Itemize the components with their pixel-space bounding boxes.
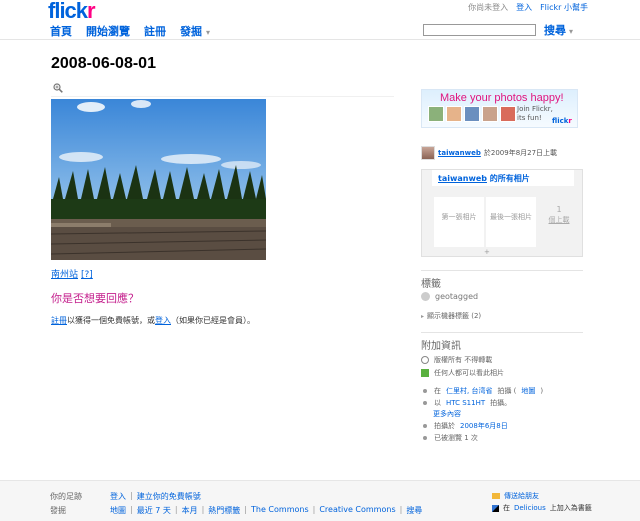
search-button[interactable]: 搜尋 ▾ — [544, 22, 573, 38]
chevron-down-icon: ▾ — [569, 27, 574, 36]
tag-icon — [421, 292, 430, 301]
promo-thumb — [500, 106, 516, 122]
more-info-row: 更多內容 — [433, 409, 461, 419]
reply-heading: 你是否想要回應？ — [51, 293, 139, 305]
location-row: 在 仁里村, 台湾省 拍攝 (地圖) — [421, 386, 543, 396]
footer-commons-link[interactable]: The Commons — [251, 505, 309, 516]
mail-icon — [492, 493, 500, 499]
triangle-right-icon: ▸ — [421, 313, 425, 320]
chevron-down-icon: ▾ — [206, 28, 211, 37]
footer-tags-link[interactable]: 熱門標籤 — [208, 505, 240, 516]
share-link[interactable]: 傳送給朋友 — [504, 491, 539, 501]
footer-cc-link[interactable]: Creative Commons — [319, 505, 395, 516]
zoom-icon[interactable] — [53, 83, 63, 93]
delicious-link[interactable]: Delicious — [514, 504, 546, 512]
date-link[interactable]: 2008年6月8日 — [460, 421, 508, 431]
copyright-icon — [421, 356, 429, 364]
reply-prompt: 註冊以獲得一個免費帳號，或登入（如果你已經是會員）。 — [51, 316, 255, 325]
footer-map-link[interactable]: 地圖 — [110, 505, 126, 516]
promo-thumb — [428, 106, 444, 122]
join-flickr-banner[interactable]: Make your photos happy! Join Flickr, its … — [421, 89, 578, 128]
footer-explore: 發掘 地圖 | 最近 7 天 | 本月 | 熱門標籤 | The Commons | Cr… — [50, 505, 423, 516]
delicious-row: 在 Delicious 上加入為書籤 — [492, 503, 592, 513]
info-section: 附加資訊 — [421, 332, 583, 352]
privacy-row: 任何人都可以看此相片 — [421, 368, 504, 378]
bullet-icon — [423, 389, 427, 393]
set-link[interactable]: 南州站 — [51, 270, 78, 280]
last-photo-button[interactable]: 最後一張相片 — [486, 197, 536, 247]
date-row: 拍攝於 2008年6月8日 — [421, 421, 508, 431]
search-input[interactable] — [423, 24, 536, 36]
tags-section: 標籤 — [421, 270, 583, 290]
expand-icon[interactable]: + — [484, 248, 490, 256]
photo-toolbar-divider — [51, 96, 394, 97]
site-header: flickrTM 首頁 開始瀏覽 註冊 發掘▾ 你尚未登入 登入 Flickr … — [0, 0, 640, 40]
promo-thumbnails — [428, 106, 516, 122]
public-icon — [421, 369, 429, 377]
share-row: 傳送給朋友 — [492, 491, 539, 501]
help-link[interactable]: [?] — [81, 270, 93, 280]
photo-caption: 南州站 [?] — [51, 267, 93, 280]
footer-month-link[interactable]: 本月 — [182, 505, 198, 516]
delicious-icon — [492, 504, 499, 512]
tag-link[interactable]: geotagged — [435, 292, 478, 301]
user-status-bar: 你尚未登入 登入 Flickr 小幫手 — [468, 2, 588, 13]
photostream-title[interactable]: taiwanweb 的所有相片 — [432, 170, 574, 186]
promo-subtext: Join Flickr, its fun! — [517, 105, 553, 122]
photo-title: 2008-06-08-01 — [51, 55, 156, 72]
tag-item: geotagged — [421, 292, 478, 301]
location-link[interactable]: 仁里村, 台湾省 — [446, 386, 492, 396]
reply-login-link[interactable]: 登入 — [155, 316, 171, 325]
machine-tags-toggle[interactable]: ▸ 顯示機器標籤 (2) — [421, 311, 481, 321]
bullet-icon — [423, 436, 427, 440]
signup-link[interactable]: 註冊 — [51, 316, 67, 325]
nav-home[interactable]: 首頁 — [50, 23, 72, 39]
nav-discover[interactable]: 發掘 ▾ — [180, 23, 210, 39]
helper-link[interactable]: Flickr 小幫手 — [540, 2, 588, 13]
promo-headline: Make your photos happy! — [440, 92, 564, 104]
info-heading: 附加資訊 — [421, 332, 583, 352]
camera-row: 以 HTC S11HT 拍攝。 — [421, 398, 511, 408]
nav-explore[interactable]: 開始瀏覽 — [86, 23, 130, 39]
login-link[interactable]: 登入 — [516, 2, 532, 13]
first-photo-button[interactable]: 第一張相片 — [434, 197, 484, 247]
main-nav: 首頁 開始瀏覽 註冊 發掘 ▾ — [50, 23, 210, 39]
flickr-logo[interactable]: flickrTM — [48, 0, 100, 24]
promo-thumb — [482, 106, 498, 122]
avatar[interactable] — [421, 146, 435, 160]
license-row: 版權所有 不得轉載 — [421, 355, 492, 365]
views-row: 已被瀏覽 1 次 — [421, 433, 478, 443]
bullet-icon — [423, 424, 427, 428]
footer-recent-link[interactable]: 最近 7 天 — [137, 505, 171, 516]
footer-search-link[interactable]: 搜尋 — [406, 505, 422, 516]
upload-count: 1 個上載 — [548, 205, 570, 224]
owner-link[interactable]: taiwanweb — [438, 149, 481, 157]
nav-signup[interactable]: 註冊 — [144, 23, 166, 39]
promo-thumb — [446, 106, 462, 122]
upload-date: 於2009年8月27日上載 — [483, 149, 558, 157]
palm-trees-photo — [51, 99, 266, 260]
bullet-icon — [423, 401, 427, 405]
photostream-nav: 第一張相片 最後一張相片 1 個上載 — [434, 197, 580, 247]
login-status-text: 你尚未登入 — [468, 3, 509, 12]
tags-heading: 標籤 — [421, 270, 583, 290]
main-photo[interactable] — [51, 99, 266, 260]
footer-signup-link[interactable]: 建立你的免費帳號 — [137, 491, 201, 502]
footer-footprint: 你的足跡 登入 | 建立你的免費帳號 — [50, 491, 201, 502]
promo-thumb — [464, 106, 480, 122]
site-footer: 你的足跡 登入 | 建立你的免費帳號 發掘 地圖 | 最近 7 天 | 本月 | 熱門… — [0, 480, 640, 521]
map-link[interactable]: 地圖 — [521, 386, 535, 396]
camera-link[interactable]: HTC S11HT — [446, 399, 485, 407]
photo-owner: taiwanweb 於2009年8月27日上載 — [421, 146, 557, 160]
more-info-link[interactable]: 更多內容 — [433, 409, 461, 419]
promo-logo: flickr — [552, 117, 572, 125]
photostream-box: taiwanweb 的所有相片 第一張相片 最後一張相片 1 個上載 + — [421, 169, 583, 257]
footer-login-link[interactable]: 登入 — [110, 491, 126, 502]
